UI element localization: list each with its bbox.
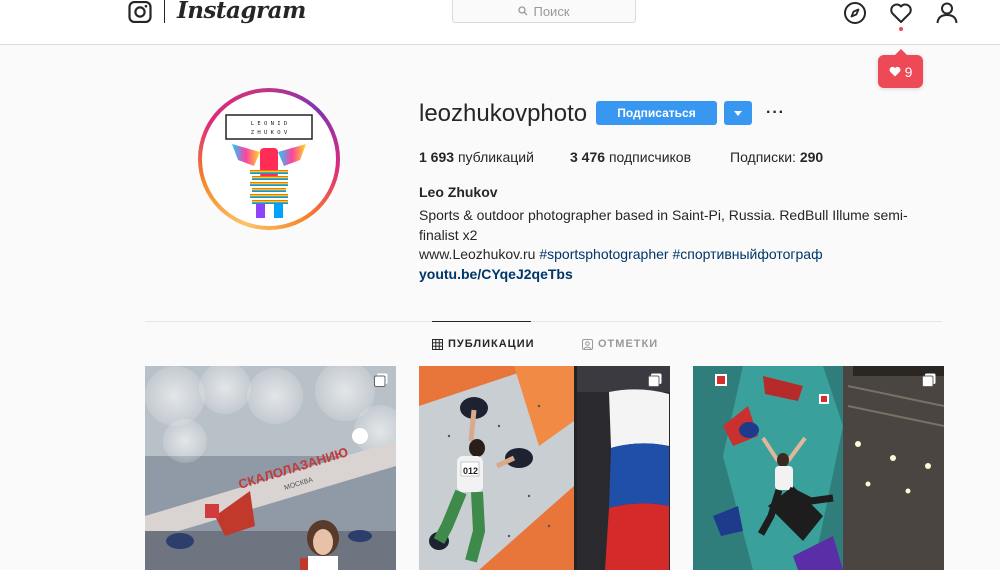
tab-posts-label: ПУБЛИКАЦИИ (448, 338, 535, 350)
tab-tagged-label: ОТМЕТКИ (598, 338, 659, 350)
tab-posts[interactable]: ПУБЛИКАЦИИ (432, 338, 535, 350)
avatar-image: L E O N I D Z H U K O V (202, 92, 336, 226)
search-input[interactable]: Поиск (452, 0, 636, 23)
hashtag-link[interactable]: #спортивныйфотограф (672, 246, 822, 262)
suggestions-dropdown-button[interactable] (724, 101, 752, 125)
hashtag-link[interactable]: #sportsphotographer (539, 246, 668, 262)
heart-activity-icon[interactable] (889, 1, 913, 25)
notification-bubble[interactable]: 9 (878, 49, 923, 88)
following-count[interactable]: Подписки: 290 (730, 149, 823, 165)
tab-tagged[interactable]: ОТМЕТКИ (582, 338, 658, 350)
post-thumbnail[interactable]: СКАЛОЛАЗАНИЮ МОСКВА (145, 366, 396, 570)
post-thumbnail[interactable]: 012 (419, 366, 670, 570)
followers-count[interactable]: 3 476 подписчиков (570, 149, 691, 165)
following-count-value: 290 (799, 149, 824, 165)
avatar-text-line1: L E O N I D (251, 121, 287, 127)
profile-website-line: www.Leozhukov.ru #sportsphotographer #сп… (419, 246, 823, 262)
profile-full-name: Leo Zhukov (419, 184, 498, 200)
logo-divider (164, 0, 165, 23)
following-count-label: Подписки: (730, 149, 796, 165)
website-text: www.Leozhukov.ru (419, 246, 536, 262)
avatar-text-line2: Z H U K O V (251, 130, 288, 136)
chevron-down-icon (734, 110, 742, 116)
heart-filled-icon (889, 66, 901, 77)
post-thumbnail[interactable] (693, 366, 944, 570)
compass-explore-icon[interactable] (843, 1, 867, 25)
tabs-divider (145, 321, 942, 322)
multiple-images-icon (374, 373, 388, 387)
profile-external-link[interactable]: youtu.be/CYqeJ2qeTbs (419, 266, 573, 282)
posts-count-value: 1 693 (419, 149, 455, 165)
top-navigation-bar: Instagram Поиск (0, 0, 1000, 45)
profile-bio: Sports & outdoor photographer based in S… (419, 207, 908, 243)
tagged-user-icon (582, 338, 593, 350)
follow-button[interactable]: Подписаться (596, 101, 717, 125)
followers-count-label: подписчиков (608, 149, 692, 165)
profile-icon[interactable] (935, 1, 959, 25)
bib-number: 012 (463, 466, 478, 476)
search-placeholder: Поиск (533, 3, 570, 19)
post-photo-climber-bokeh: СКАЛОЛАЗАНИЮ МОСКВА (145, 366, 396, 570)
posts-count-label: публикаций (457, 149, 534, 165)
grid-icon (432, 338, 443, 350)
followers-count-value: 3 476 (570, 149, 606, 165)
search-icon (518, 6, 528, 16)
instagram-camera-icon[interactable] (128, 1, 152, 23)
notification-count: 9 (904, 63, 913, 80)
profile-username: leozhukovphoto (419, 100, 588, 127)
notification-dot (899, 27, 903, 31)
instagram-wordmark[interactable]: Instagram (177, 0, 306, 24)
multiple-images-icon (648, 373, 662, 387)
posts-count: 1 693 публикаций (419, 149, 534, 165)
multiple-images-icon (922, 373, 936, 387)
profile-avatar[interactable]: L E O N I D Z H U K O V (198, 88, 340, 230)
active-tab-indicator (432, 321, 531, 322)
post-photo-climber-flag: 012 (419, 366, 670, 570)
post-photo-climber-arena (693, 366, 944, 570)
more-options-button[interactable]: ··· (766, 104, 785, 122)
